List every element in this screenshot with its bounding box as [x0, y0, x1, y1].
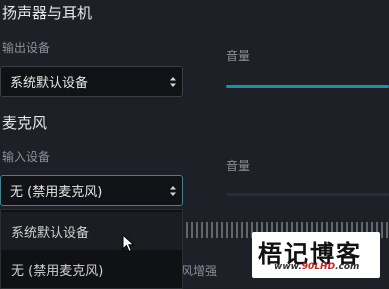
output-volume-fill	[226, 85, 389, 88]
updown-arrows-icon	[170, 76, 176, 87]
output-volume-label: 音量	[226, 49, 251, 63]
output-device-label: 输出设备	[2, 41, 51, 55]
output-device-value: 系统默认设备	[10, 76, 89, 91]
speaker-section-title: 扬声器与耳机	[2, 4, 93, 22]
output-device-select[interactable]: 系统默认设备	[0, 66, 183, 97]
updown-arrows-icon	[170, 185, 176, 196]
watermark-url: www.90LHD.com	[274, 262, 360, 272]
noise-enhance-label: 风增强	[181, 264, 218, 278]
input-volume-slider[interactable]	[226, 193, 389, 196]
dropdown-option-disable-mic[interactable]: 无 (禁用麦克风)	[1, 250, 182, 288]
microphone-section-title: 麦克风	[2, 114, 48, 132]
output-volume-slider[interactable]	[226, 85, 389, 88]
input-volume-label: 音量	[226, 159, 251, 173]
watermark-logo: 梧记博客 www.90LHD.com	[252, 232, 380, 278]
input-device-dropdown: 系统默认设备 无 (禁用麦克风)	[0, 209, 183, 289]
input-device-select[interactable]: 无 (禁用麦克风)	[0, 175, 183, 206]
input-device-label: 输入设备	[2, 150, 51, 164]
input-device-value: 无 (禁用麦克风)	[10, 185, 103, 200]
dropdown-option-system-default[interactable]: 系统默认设备	[1, 212, 182, 250]
mouse-pointer-icon	[122, 234, 135, 253]
